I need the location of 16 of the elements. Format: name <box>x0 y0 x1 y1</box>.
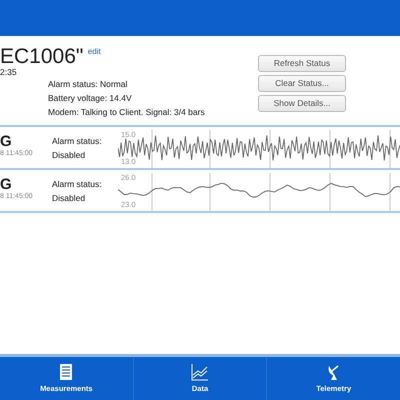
action-button[interactable]: Show Details... <box>258 95 346 112</box>
status-text: Modem: Talking to Client. Signal: 3/4 bars <box>48 106 206 119</box>
device-title: EC1006" <box>0 45 84 68</box>
action-button[interactable]: Refresh Status <box>258 55 346 72</box>
alarm-label: Alarm status: <box>52 178 103 191</box>
line-chart-icon <box>191 362 209 381</box>
time-text: 2:35 <box>0 66 18 79</box>
status-text: Battery voltage: 14.4V <box>48 92 133 105</box>
sensor-name: G <box>0 177 13 192</box>
alarm-value: Disabled <box>52 149 86 162</box>
alarm-label: Alarm status: <box>52 135 103 148</box>
alarm-value: Disabled <box>52 192 86 205</box>
sensor-name: G <box>0 134 13 149</box>
edit-link[interactable]: edit <box>88 47 101 56</box>
action-button[interactable]: Clear Status... <box>258 75 346 92</box>
status-text: Alarm status: Normal <box>48 78 128 91</box>
